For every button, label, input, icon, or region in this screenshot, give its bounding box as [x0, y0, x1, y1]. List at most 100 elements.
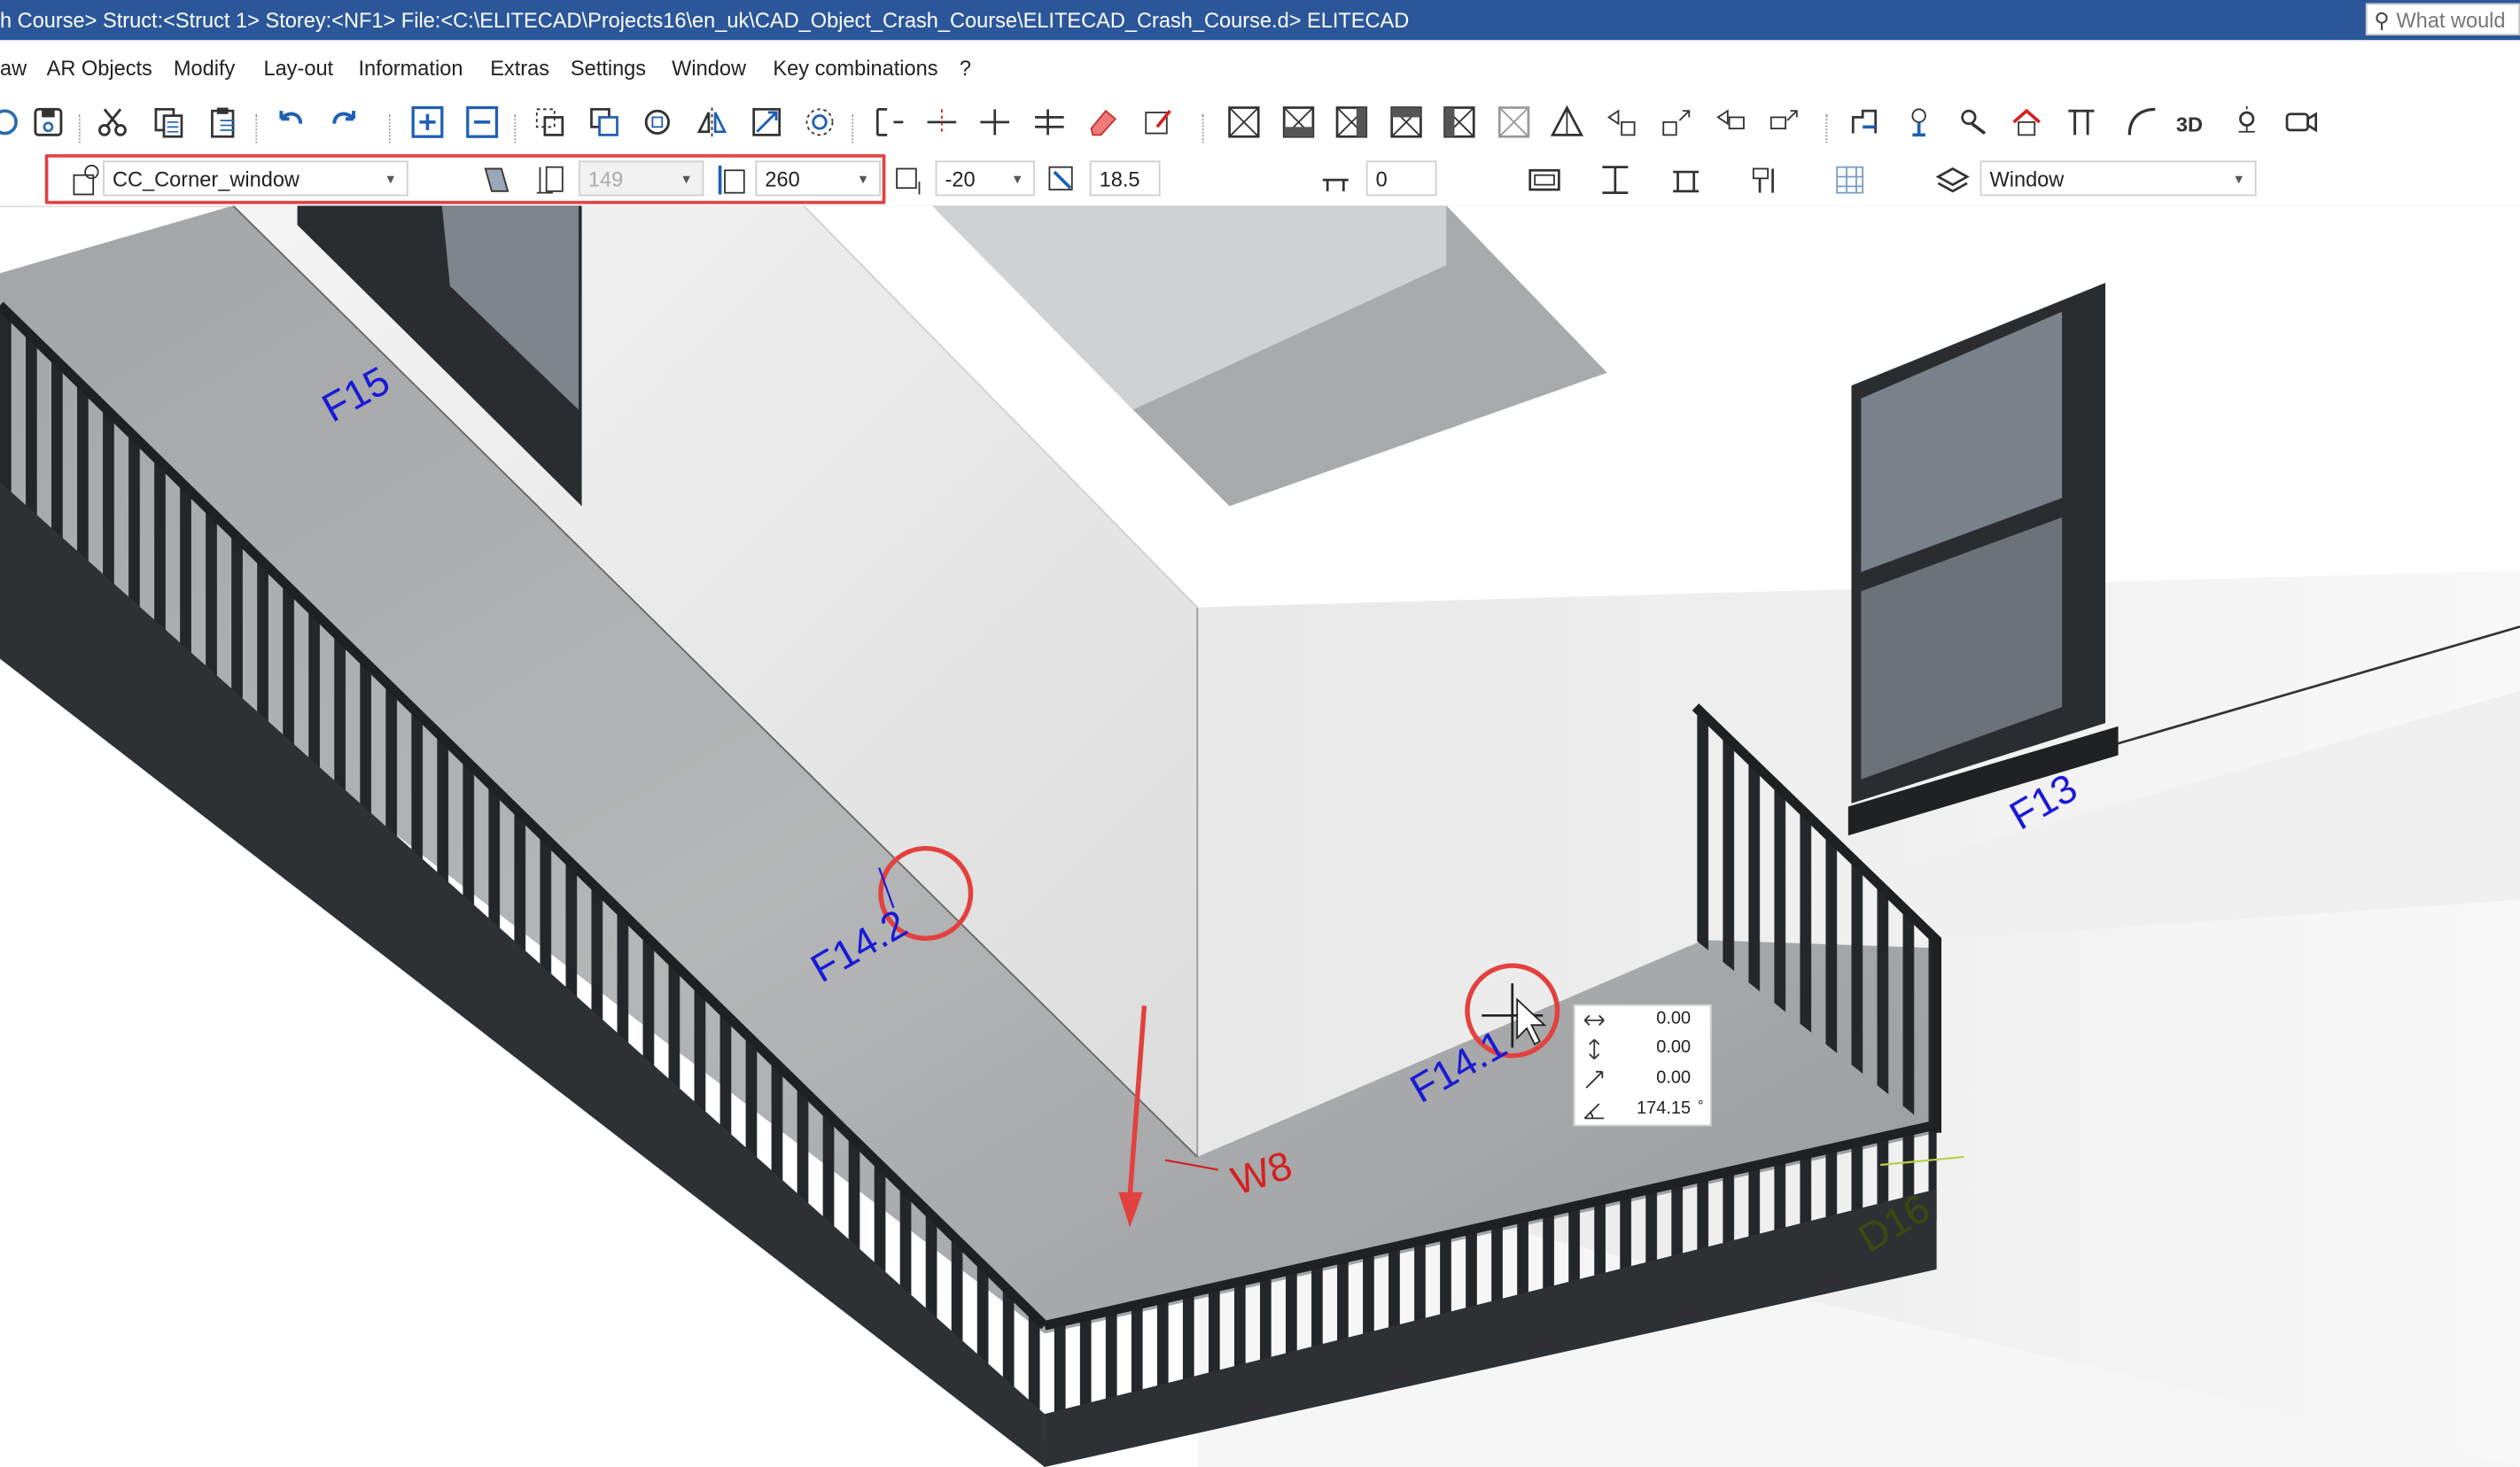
thickness-value: 18.5 — [1099, 167, 1140, 191]
chevron-down-icon: ▼ — [2232, 172, 2245, 187]
light-icon[interactable] — [2226, 101, 2267, 143]
search-box[interactable]: ⚲ What would — [2365, 3, 2520, 35]
readout-dz-value: 0.00 — [1656, 1068, 1692, 1088]
lintel-icon[interactable] — [1665, 159, 1707, 201]
view-top-icon[interactable] — [1223, 101, 1264, 143]
readout-dy: 0.00 — [1575, 1035, 1710, 1064]
angle-icon — [1583, 1103, 1605, 1120]
layer-value: Window — [1989, 167, 2065, 191]
edit-icon[interactable] — [1138, 101, 1179, 143]
structure-icon[interactable] — [1843, 101, 1885, 143]
zoom-in-icon[interactable] — [407, 101, 448, 143]
coordinate-readout: 0.00 0.00 0.00 174.15 ° — [1573, 1004, 1712, 1127]
title-bar: h Course> Struct:<Struct 1> Storey:<NF1>… — [0, 0, 2520, 41]
menu-bar: aw AR Objects Modify Lay-out Information… — [0, 40, 2520, 96]
search-icon: ⚲ — [2374, 8, 2390, 33]
arrow-left-icon[interactable] — [1601, 101, 1643, 143]
view-back-icon[interactable] — [1385, 101, 1427, 143]
camera-left-icon[interactable] — [1710, 101, 1752, 143]
search-placeholder: What would — [2396, 8, 2506, 33]
trim-icon[interactable] — [921, 101, 962, 143]
view-left-icon[interactable] — [1438, 101, 1480, 143]
perspective-icon[interactable] — [1546, 101, 1588, 143]
menu-modify[interactable]: Modify — [174, 56, 235, 80]
group-icon[interactable] — [798, 101, 840, 143]
layer-select[interactable]: Window ▼ — [1979, 160, 2257, 197]
toolbar-separator — [78, 113, 83, 144]
sill-icon[interactable] — [1594, 159, 1636, 201]
menu-help[interactable]: ? — [960, 56, 971, 80]
view-front-icon[interactable] — [1278, 101, 1319, 143]
refresh-icon[interactable] — [0, 101, 26, 143]
view-right-icon[interactable] — [1331, 101, 1373, 143]
settings-icon[interactable] — [1953, 101, 1995, 143]
menu-ar-objects[interactable]: AR Objects — [47, 56, 152, 80]
svg-text:3D: 3D — [2176, 113, 2203, 136]
readout-dx: 0.00 — [1575, 1005, 1710, 1035]
view-bottom-icon[interactable] — [1493, 101, 1535, 143]
paste-icon[interactable] — [203, 101, 245, 143]
select-icon[interactable] — [529, 101, 571, 143]
grid-icon[interactable] — [1829, 159, 1871, 201]
offset-icon[interactable] — [1029, 101, 1070, 143]
layer-icon[interactable] — [1932, 159, 1973, 201]
thickness-icon[interactable] — [1041, 159, 1083, 201]
camera-right-icon[interactable] — [1763, 101, 1805, 143]
toolbar-separator — [1825, 113, 1830, 144]
toolbar-separator — [388, 113, 393, 144]
menu-extras[interactable]: Extras — [490, 56, 549, 80]
scale-icon[interactable] — [746, 101, 788, 143]
save-icon[interactable] — [27, 101, 69, 143]
readout-angle-unit: ° — [1698, 1097, 1704, 1114]
offset-input[interactable]: -20 ▼ — [935, 160, 1036, 197]
parapet-input[interactable]: 0 — [1365, 160, 1437, 197]
diagonal-arrow-icon — [1585, 1070, 1604, 1089]
horizontal-arrow-icon — [1583, 1014, 1605, 1026]
menu-settings[interactable]: Settings — [571, 56, 646, 80]
readout-angle-value: 174.15 — [1637, 1098, 1692, 1119]
dimension-icon[interactable] — [867, 101, 909, 143]
mirror-icon[interactable] — [691, 101, 733, 143]
frame-icon[interactable] — [1523, 159, 1565, 201]
extend-icon[interactable] — [974, 101, 1015, 143]
house-icon[interactable] — [2006, 101, 2048, 143]
menu-layout[interactable]: Lay-out — [263, 56, 333, 80]
readout-angle: 174.15 ° — [1575, 1096, 1710, 1125]
thickness-input[interactable]: 18.5 — [1089, 160, 1161, 197]
toolbar-separator — [1202, 113, 1207, 144]
menu-draw[interactable]: aw — [0, 56, 27, 80]
highlight-frame — [44, 154, 886, 205]
copy-icon[interactable] — [148, 101, 190, 143]
tools-icon[interactable] — [1746, 159, 1787, 201]
parapet-icon[interactable] — [1315, 159, 1357, 201]
toolbar-separator — [514, 113, 518, 144]
offset-icon[interactable] — [889, 159, 930, 201]
readout-dx-value: 0.00 — [1656, 1009, 1692, 1028]
window-title: h Course> Struct:<Struct 1> Storey:<NF1>… — [0, 8, 1410, 33]
duplicate-icon[interactable] — [583, 101, 625, 143]
menu-information[interactable]: Information — [358, 56, 463, 80]
redo-icon[interactable] — [323, 101, 365, 143]
rotate-icon[interactable] — [636, 101, 678, 143]
camera-icon[interactable] — [2281, 101, 2322, 143]
chevron-down-icon: ▼ — [1011, 172, 1024, 187]
menu-window[interactable]: Window — [672, 56, 746, 80]
toolbar-separator — [852, 113, 856, 144]
view-3d-icon[interactable]: 3D — [2171, 101, 2213, 143]
menu-key-combinations[interactable]: Key combinations — [773, 56, 937, 80]
arc-icon[interactable] — [2121, 101, 2163, 143]
parapet-value: 0 — [1375, 167, 1388, 191]
cut-icon[interactable] — [91, 101, 133, 143]
zoom-out-icon[interactable] — [462, 101, 503, 143]
eraser-icon[interactable] — [1082, 101, 1124, 143]
undo-icon[interactable] — [270, 101, 312, 143]
readout-dz: 0.00 — [1575, 1066, 1710, 1095]
model-viewport[interactable]: F15 F14.2 F14.1 F13 W8 D16 — [0, 206, 2520, 1467]
column-icon[interactable] — [2060, 101, 2102, 143]
arrow-up-icon[interactable] — [1655, 101, 1697, 143]
main-toolbar: 3D — [0, 95, 2520, 153]
storey-icon[interactable] — [1898, 101, 1940, 143]
app-window: h Course> Struct:<Struct 1> Storey:<NF1>… — [0, 0, 2520, 1467]
toolbar-separator — [255, 113, 260, 144]
vertical-arrow-icon — [1589, 1038, 1600, 1060]
